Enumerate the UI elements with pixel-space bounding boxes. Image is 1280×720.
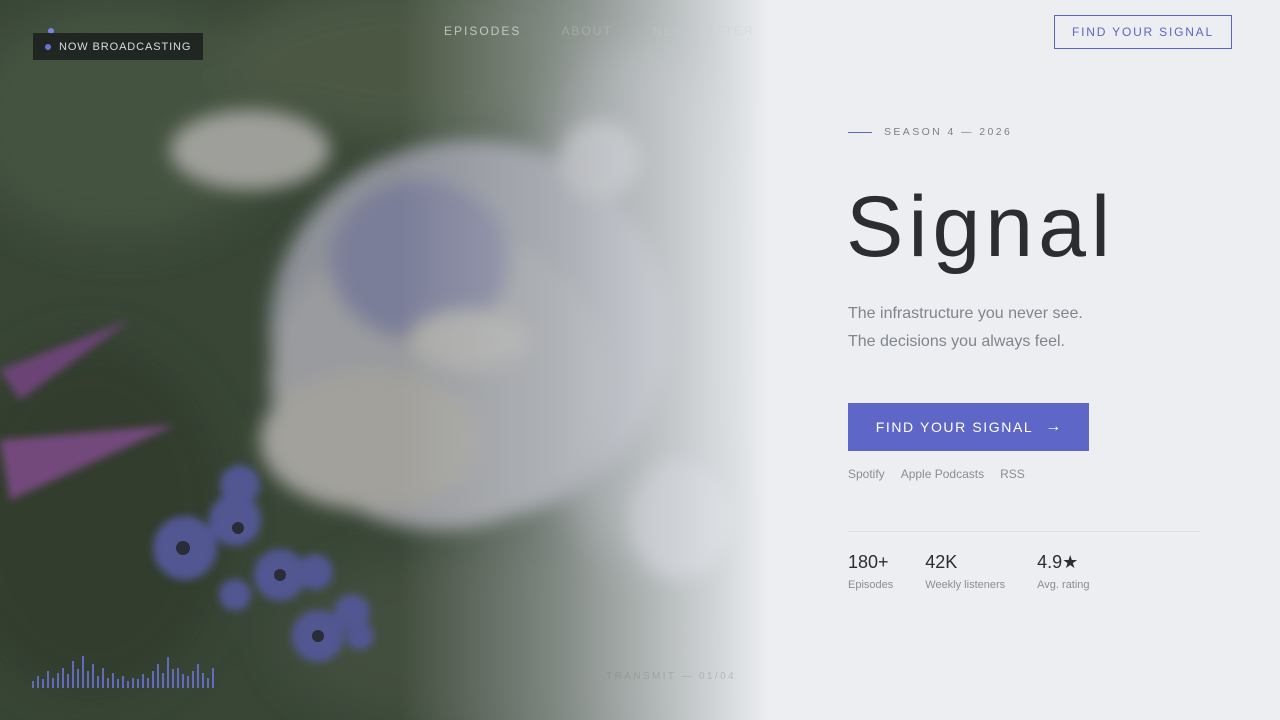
stat-label: Episodes	[848, 579, 894, 591]
waveform-bar	[77, 669, 79, 688]
waveform-bar	[42, 679, 44, 688]
waveform-bar	[92, 664, 94, 688]
waveform-bar	[57, 673, 59, 688]
waveform-bar	[112, 673, 114, 688]
eyebrow-rule	[848, 131, 872, 133]
season-eyebrow: SEASON 4 — 2026	[848, 126, 1012, 138]
waveform-bar	[202, 673, 204, 688]
waveform-bar	[107, 678, 109, 688]
tagline-line-1: The infrastructure you never see.	[848, 305, 1083, 322]
waveform-bar	[62, 668, 64, 688]
waveform-bar	[72, 661, 74, 688]
waveform-bar	[127, 681, 129, 688]
waveform-bar	[52, 678, 54, 688]
waveform-bar	[32, 681, 34, 688]
waveform-bar	[167, 657, 169, 688]
waveform-bar	[157, 664, 159, 688]
find-signal-button[interactable]: FIND YOUR SIGNAL →	[848, 403, 1089, 451]
waveform-bar	[137, 679, 139, 688]
stat-value: 180+	[848, 552, 889, 572]
stat-avg-rating: 4.9★ Avg. rating	[1037, 551, 1089, 591]
stat-value: 4.9★	[1037, 552, 1079, 572]
waveform-bar	[122, 676, 124, 688]
hero-caption: TRANSMIT — 01/04	[606, 671, 736, 682]
tagline: The infrastructure you never see. The de…	[848, 300, 1083, 356]
waveform-bar	[207, 678, 209, 688]
waveform-bar	[152, 671, 154, 688]
nav-newsletter[interactable]: NEWSLETTER	[653, 24, 755, 38]
stat-label: Weekly listeners	[925, 579, 1006, 591]
nav-about[interactable]: ABOUT	[561, 24, 612, 38]
waveform-bar	[87, 671, 89, 688]
waveform-bar	[102, 668, 104, 688]
stat-episodes: 180+ Episodes	[848, 551, 893, 591]
waveform-bar	[172, 669, 174, 688]
waveform-bar	[37, 676, 39, 688]
season-label: SEASON 4 — 2026	[884, 126, 1013, 138]
waveform-bar	[147, 678, 149, 688]
waveform-bar	[192, 671, 194, 688]
header-find-signal-button[interactable]: FIND YOUR SIGNAL	[1054, 15, 1232, 49]
waveform-bar	[47, 671, 49, 688]
hero-content-panel: FIND YOUR SIGNAL SEASON 4 — 2026 Signal …	[768, 0, 1280, 720]
broadcast-badge: NOW BROADCASTING	[33, 33, 204, 60]
hero-fade-overlay	[0, 0, 768, 720]
broadcast-badge-label: NOW BROADCASTING	[59, 40, 192, 53]
waveform-bar	[132, 678, 134, 688]
tagline-line-2: The decisions you always feel.	[848, 333, 1065, 350]
waveform-bar	[117, 679, 119, 688]
stat-value: 42K	[925, 552, 958, 572]
platform-links: Spotify Apple Podcasts RSS	[848, 467, 1025, 481]
stats-divider	[848, 531, 1200, 532]
waveform-bar	[177, 668, 179, 688]
platform-link-spotify[interactable]: Spotify	[848, 467, 885, 481]
waveform-bar	[142, 674, 144, 688]
audio-waveform	[32, 654, 214, 688]
nav-episodes[interactable]: EPISODES	[444, 24, 521, 38]
waveform-bar	[162, 673, 164, 688]
platform-link-rss[interactable]: RSS	[1000, 467, 1025, 481]
live-dot-icon	[45, 43, 51, 50]
arrow-right-icon: →	[1045, 418, 1062, 435]
waveform-bar	[67, 674, 69, 688]
platform-link-apple-podcasts[interactable]: Apple Podcasts	[901, 467, 984, 481]
stats-row: 180+ Episodes 42K Weekly listeners 4.9★ …	[848, 551, 1090, 591]
page-title: Signal	[846, 179, 1116, 275]
stat-label: Avg. rating	[1037, 579, 1090, 591]
top-nav: EPISODES ABOUT NEWSLETTER	[444, 24, 755, 38]
waveform-bar	[212, 668, 214, 688]
hero-image-panel: NOW BROADCASTING EPISODES ABOUT NEWSLETT…	[0, 0, 768, 720]
waveform-bar	[97, 676, 99, 688]
waveform-bar	[182, 674, 184, 688]
waveform-bar	[82, 656, 84, 688]
waveform-bar	[187, 676, 189, 688]
stat-weekly-listeners: 42K Weekly listeners	[925, 551, 1005, 591]
waveform-bar	[197, 664, 199, 688]
find-signal-button-label: FIND YOUR SIGNAL	[875, 419, 1034, 435]
